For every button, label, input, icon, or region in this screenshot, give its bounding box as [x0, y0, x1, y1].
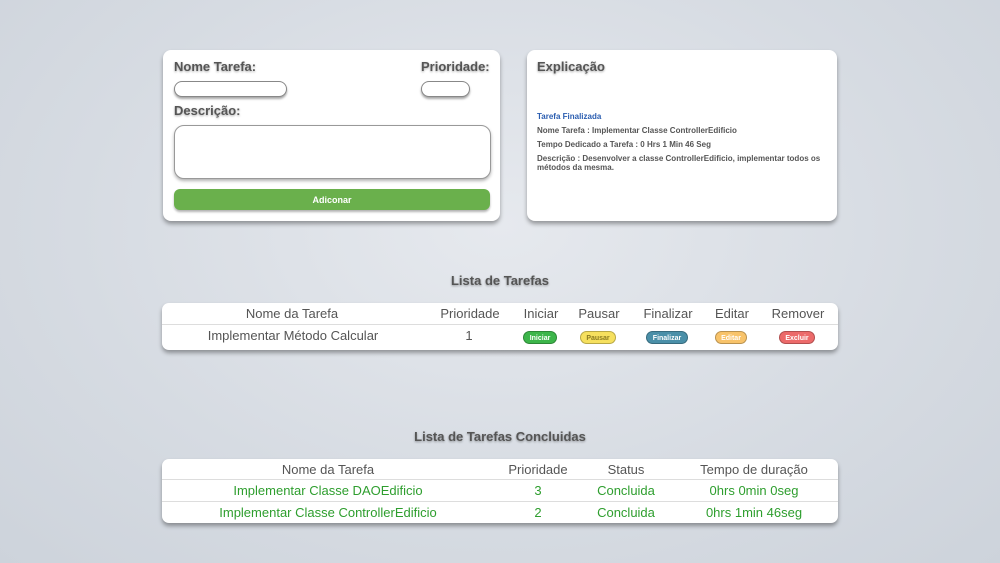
task-description-text: Descrição : Desenvolver a classe Control… — [537, 154, 821, 172]
completed-priority-cell: 2 — [534, 505, 542, 520]
pause-button[interactable]: Pausar — [580, 331, 616, 344]
task-priority-cell: 1 — [465, 328, 473, 343]
completed-table: Nome da Tarefa Prioridade Status Tempo d… — [162, 459, 838, 523]
task-name-text: Nome Tarefa : Implementar Classe Control… — [537, 126, 737, 135]
completed-status-cell: Concluida — [597, 505, 655, 520]
column-header: Editar — [715, 306, 749, 321]
completed-duration-cell: 0hrs 0min 0seg — [709, 483, 799, 498]
add-task-button[interactable]: Adiconar — [174, 189, 490, 210]
column-header: Nome da Tarefa — [245, 306, 339, 321]
completed-status-cell: Concluida — [597, 483, 655, 498]
description-label: Descrição: — [174, 103, 241, 118]
table-row: Implementar Classe ControllerEdificio 2 … — [162, 505, 838, 523]
completed-name-cell: Implementar Classe ControllerEdificio — [219, 505, 437, 520]
completed-priority-cell: 3 — [534, 483, 542, 498]
edit-button[interactable]: Editar — [715, 331, 747, 344]
column-header: Tempo de duração — [700, 462, 808, 477]
priority-input[interactable] — [421, 81, 470, 97]
task-table: Nome da Tarefa Prioridade Iniciar Pausar… — [162, 303, 838, 350]
start-button[interactable]: Iniciar — [523, 331, 557, 344]
column-header: Remover — [771, 306, 825, 321]
completed-name-cell: Implementar Classe DAOEdificio — [233, 483, 423, 498]
completed-list-title: Lista de Tarefas Concluidas — [414, 429, 586, 444]
column-header: Prioridade — [508, 462, 568, 477]
column-header: Iniciar — [523, 306, 559, 321]
column-header: Status — [607, 462, 645, 477]
remove-button[interactable]: Excluir — [779, 331, 815, 344]
table-row: Implementar Método Calcular 1 Iniciar Pa… — [162, 328, 838, 348]
new-task-form: Nome Tarefa: Prioridade: Descrição: Adic… — [163, 50, 500, 221]
task-status-text: Tarefa Finalizada — [537, 112, 602, 121]
finish-button[interactable]: Finalizar — [646, 331, 688, 344]
task-list-title: Lista de Tarefas — [450, 273, 550, 288]
column-header: Nome da Tarefa — [281, 462, 375, 477]
time-spent-text: Tempo Dedicado a Tarefa : 0 Hrs 1 Min 46… — [537, 140, 711, 149]
description-textarea[interactable] — [174, 125, 491, 179]
task-name-cell: Implementar Método Calcular — [207, 328, 379, 343]
table-header-row: Nome da Tarefa Prioridade Iniciar Pausar… — [162, 306, 838, 326]
column-header: Pausar — [578, 306, 620, 321]
table-row: Implementar Classe DAOEdificio 3 Conclui… — [162, 483, 838, 503]
explanation-panel: Explicação Tarefa Finalizada Nome Tarefa… — [527, 50, 837, 221]
explanation-title: Explicação — [537, 59, 605, 74]
column-header: Finalizar — [643, 306, 693, 321]
task-name-input[interactable] — [174, 81, 287, 97]
completed-duration-cell: 0hrs 1min 46seg — [705, 505, 803, 520]
task-name-label: Nome Tarefa: — [174, 59, 257, 74]
column-header: Prioridade — [440, 306, 500, 321]
priority-label: Prioridade: — [421, 59, 490, 74]
